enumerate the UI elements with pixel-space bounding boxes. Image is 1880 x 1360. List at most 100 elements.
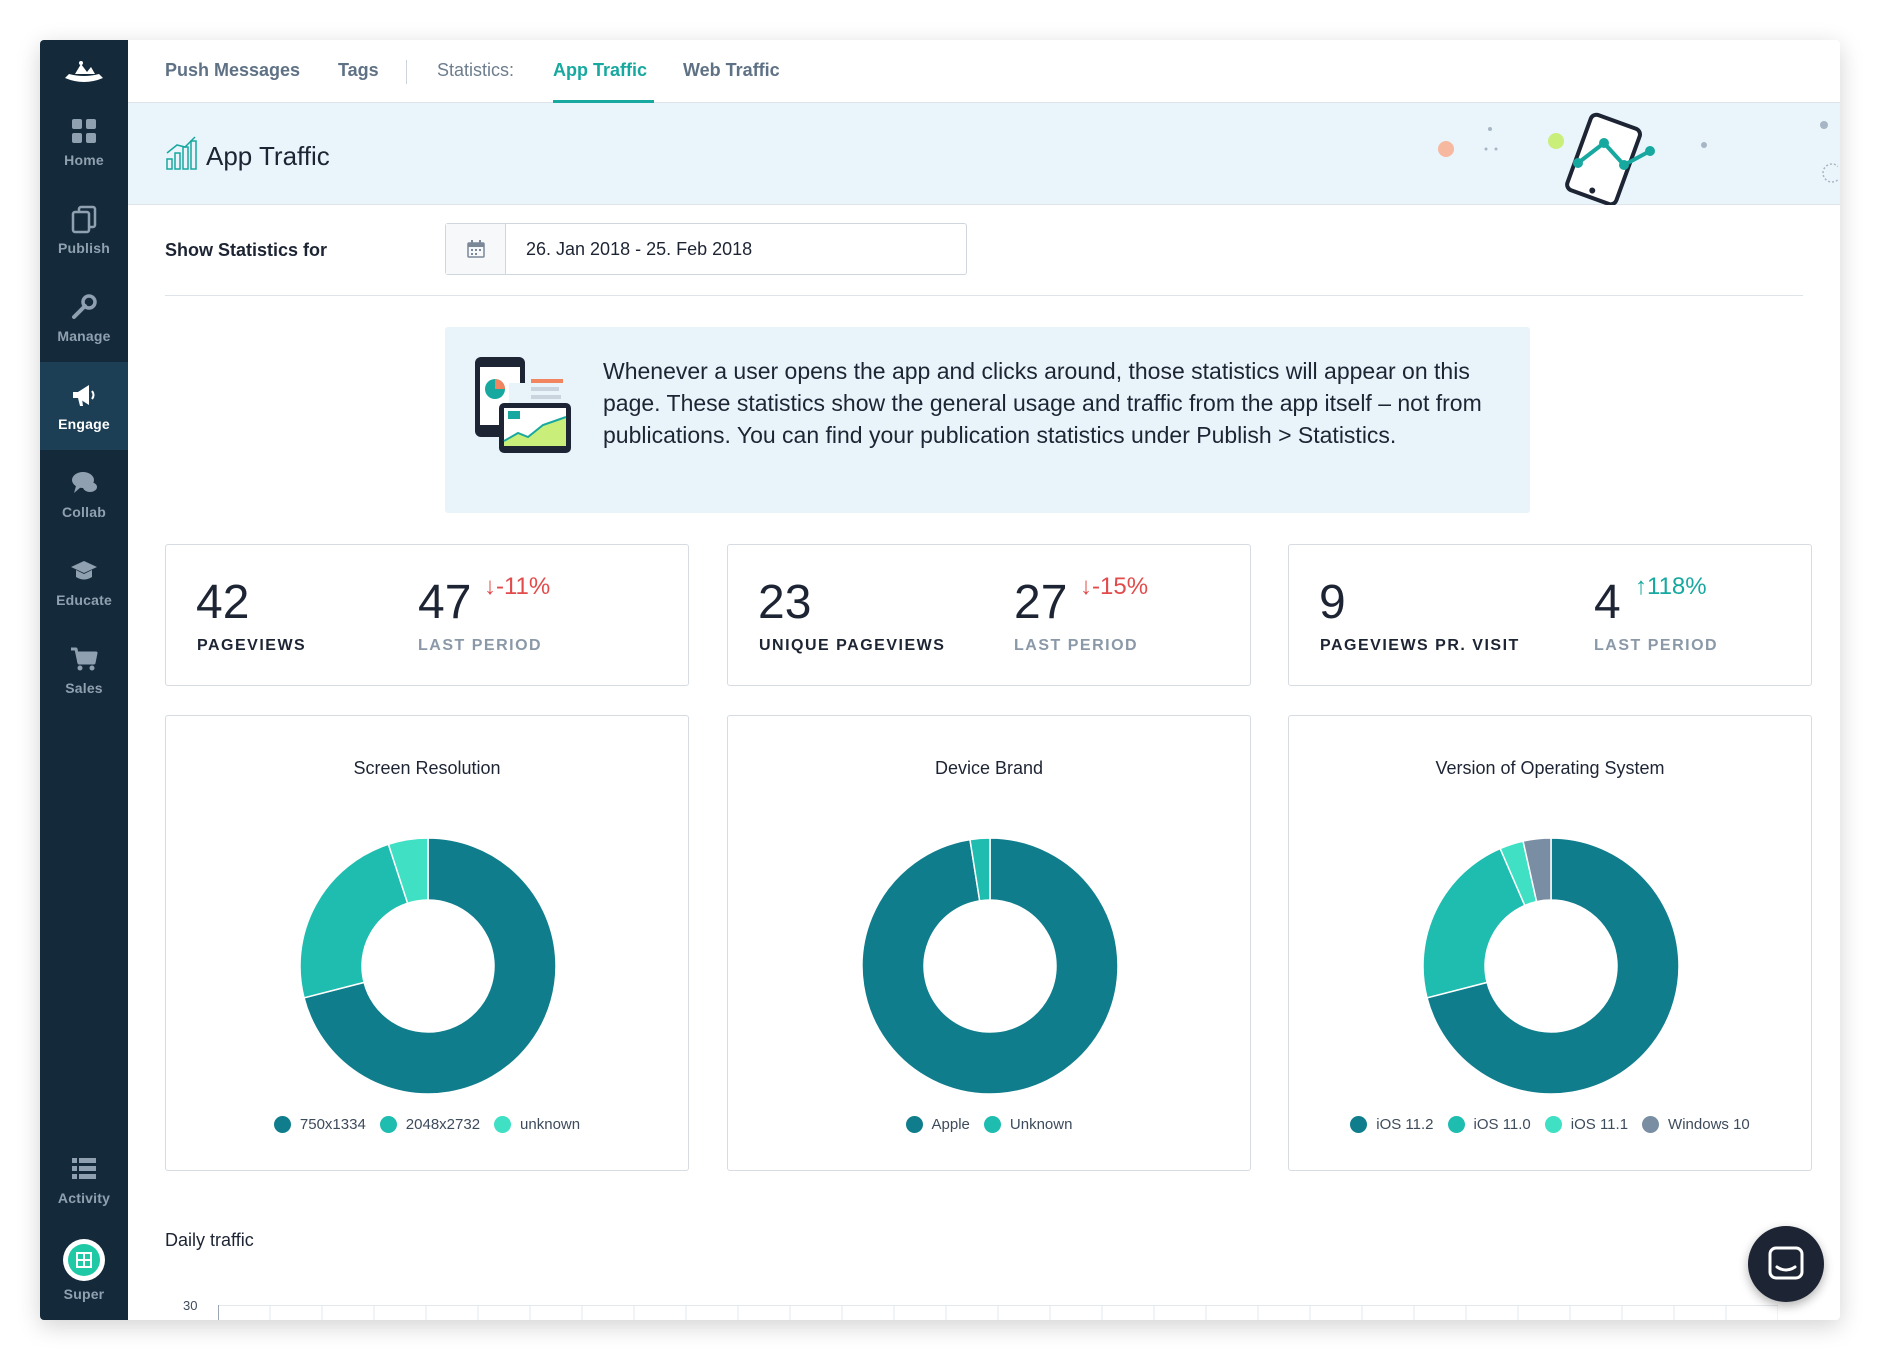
kpi-label: PAGEVIEWS PR. VISIT bbox=[1320, 637, 1520, 654]
tab-web-traffic[interactable]: Web Traffic bbox=[683, 60, 780, 81]
section-divider bbox=[165, 295, 1803, 296]
kpi-value: 9 bbox=[1319, 576, 1346, 629]
legend-item[interactable]: iOS 11.0 bbox=[1447, 1116, 1531, 1133]
sidebar-item-label: Engage bbox=[58, 416, 110, 432]
legend-item[interactable]: Unknown bbox=[983, 1116, 1073, 1133]
kpi-card-pageviews-per-visit: 9 PAGEVIEWS PR. VISIT 4 ↑118% LAST PERIO… bbox=[1288, 544, 1812, 686]
info-box: Whenever a user opens the app and clicks… bbox=[445, 327, 1530, 513]
tab-app-traffic[interactable]: App Traffic bbox=[553, 60, 647, 81]
chart-card-screen-resolution: Screen Resolution 750x1334 2048x2732 unkno… bbox=[165, 715, 689, 1171]
legend-item[interactable]: iOS 11.1 bbox=[1544, 1116, 1629, 1133]
app-window: Home Publish Manage Engage Collab Educat… bbox=[40, 40, 1840, 1320]
legend-label: Apple bbox=[931, 1116, 970, 1133]
date-range-value[interactable]: 26. Jan 2018 - 25. Feb 2018 bbox=[526, 239, 752, 260]
legend-item[interactable]: iOS 11.2 bbox=[1350, 1116, 1434, 1133]
legend-label: iOS 11.2 bbox=[1376, 1116, 1434, 1133]
sidebar-item-home[interactable]: Home bbox=[40, 98, 128, 186]
legend-swatch bbox=[1350, 1116, 1368, 1133]
kpi-last-label: LAST PERIOD bbox=[418, 637, 543, 654]
legend-item[interactable]: unknown bbox=[494, 1116, 580, 1133]
kpi-card-pageviews: 42 PAGEVIEWS 47 ↓-11% LAST PERIOD bbox=[165, 544, 689, 686]
sidebar-item-sales[interactable]: Sales bbox=[40, 626, 128, 714]
kpi-last-value: 47 bbox=[418, 576, 472, 629]
legend-item[interactable]: Windows 10 bbox=[1642, 1116, 1750, 1133]
sidebar-item-label: Home bbox=[64, 152, 104, 168]
chart-title: Screen Resolution bbox=[353, 758, 501, 778]
sidebar-item-label: Collab bbox=[62, 504, 106, 520]
sidebar-item-engage[interactable]: Engage bbox=[40, 362, 128, 450]
sidebar-item-publish[interactable]: Publish bbox=[40, 186, 128, 274]
legend-swatch bbox=[983, 1116, 1001, 1133]
sidebar-item-label: Sales bbox=[65, 680, 103, 696]
tab-tags[interactable]: Tags bbox=[338, 60, 379, 81]
legend-swatch bbox=[1642, 1116, 1660, 1133]
arrow-down-icon: ↓ bbox=[484, 573, 496, 600]
statistics-label: Statistics: bbox=[437, 60, 515, 80]
legend-item[interactable]: 2048x2732 bbox=[379, 1116, 480, 1133]
sidebar-item-activity[interactable]: Activity bbox=[40, 1136, 128, 1224]
list-icon bbox=[72, 1158, 96, 1179]
kpi-value: 23 bbox=[758, 576, 812, 629]
grid-icon bbox=[72, 119, 96, 143]
bar-chart-icon bbox=[166, 136, 197, 170]
legend-label: Windows 10 bbox=[1668, 1116, 1750, 1133]
sidebar-item-manage[interactable]: Manage bbox=[40, 274, 128, 362]
kpi-label: PAGEVIEWS bbox=[197, 637, 307, 654]
chart-legend: iOS 11.2 iOS 11.0 iOS 11.1 Windows 10 bbox=[1289, 1116, 1811, 1133]
kpi-delta-value: -11% bbox=[496, 573, 551, 600]
legend-label: iOS 11.1 bbox=[1570, 1116, 1629, 1133]
chart-legend: Apple Unknown bbox=[728, 1116, 1250, 1133]
chart-title: Device Brand bbox=[934, 758, 1044, 778]
legend-swatch bbox=[379, 1116, 397, 1133]
legend-swatch bbox=[1447, 1116, 1465, 1133]
sidebar-item-label: Activity bbox=[57, 1190, 111, 1206]
app-logo-icon[interactable] bbox=[40, 48, 128, 98]
chart-legend: 750x1334 2048x2732 unknown bbox=[166, 1116, 688, 1133]
chart-card-device-brand: Device Brand Apple Unknown bbox=[727, 715, 1251, 1171]
kpi-delta-value: 118% bbox=[1647, 573, 1707, 600]
sidebar-item-collab[interactable]: Collab bbox=[40, 450, 128, 538]
info-text: Whenever a user opens the app and clicks… bbox=[603, 358, 1482, 448]
kpi-delta: ↓-15% bbox=[1080, 573, 1148, 601]
x-axis-ticks bbox=[269, 1305, 1778, 1320]
top-navigation: Push Messages Tags Statistics: App Traff… bbox=[128, 40, 1840, 103]
chat-support-button[interactable] bbox=[1748, 1226, 1824, 1302]
header-illustration-icon bbox=[1438, 112, 1838, 205]
legend-label: iOS 11.0 bbox=[1473, 1116, 1531, 1133]
kpi-last-label: LAST PERIOD bbox=[1014, 637, 1139, 654]
legend-swatch bbox=[1544, 1116, 1562, 1133]
donut-chart-device-brand[interactable] bbox=[860, 836, 1120, 1096]
sidebar: Home Publish Manage Engage Collab Educat… bbox=[40, 40, 128, 1320]
donut-chart-screen-resolution[interactable] bbox=[298, 836, 558, 1096]
y-axis-tick-label: 30 bbox=[183, 1298, 198, 1313]
arrow-down-icon: ↓ bbox=[1080, 573, 1092, 600]
cart-icon bbox=[71, 647, 98, 671]
legend-swatch bbox=[273, 1116, 291, 1133]
kpi-last-value: 4 bbox=[1594, 576, 1621, 629]
date-range-picker[interactable]: 26. Jan 2018 - 25. Feb 2018 bbox=[445, 223, 967, 275]
chat-bubbles-icon bbox=[72, 472, 97, 493]
daily-traffic-title: Daily traffic bbox=[165, 1230, 254, 1250]
sidebar-item-label: Manage bbox=[57, 328, 111, 344]
legend-item[interactable]: Apple bbox=[905, 1116, 970, 1133]
chart-title: Version of Operating System bbox=[1435, 758, 1665, 778]
donut-slice-2048x2732[interactable] bbox=[299, 843, 409, 999]
calendar-icon[interactable] bbox=[446, 224, 506, 274]
graduation-cap-icon bbox=[71, 561, 97, 580]
nav-separator bbox=[406, 60, 407, 84]
legend-label: Unknown bbox=[1009, 1116, 1073, 1133]
kpi-delta: ↓-11% bbox=[484, 573, 550, 601]
legend-item[interactable]: 750x1334 bbox=[273, 1116, 366, 1133]
page-title: App Traffic bbox=[206, 141, 330, 171]
sidebar-item-educate[interactable]: Educate bbox=[40, 538, 128, 626]
tab-push-messages[interactable]: Push Messages bbox=[165, 60, 300, 81]
kpi-card-unique-pageviews: 23 UNIQUE PAGEVIEWS 27 ↓-15% LAST PERIOD bbox=[727, 544, 1251, 686]
kpi-last-label: LAST PERIOD bbox=[1594, 637, 1719, 654]
kpi-delta: ↑118% bbox=[1635, 573, 1707, 601]
kpi-last-value: 27 bbox=[1014, 576, 1068, 629]
donut-chart-os-version[interactable] bbox=[1421, 836, 1681, 1096]
page-header: App Traffic bbox=[128, 103, 1840, 205]
sidebar-item-super[interactable]: Super bbox=[40, 1226, 128, 1314]
legend-swatch bbox=[494, 1116, 512, 1133]
megaphone-icon bbox=[73, 385, 95, 406]
